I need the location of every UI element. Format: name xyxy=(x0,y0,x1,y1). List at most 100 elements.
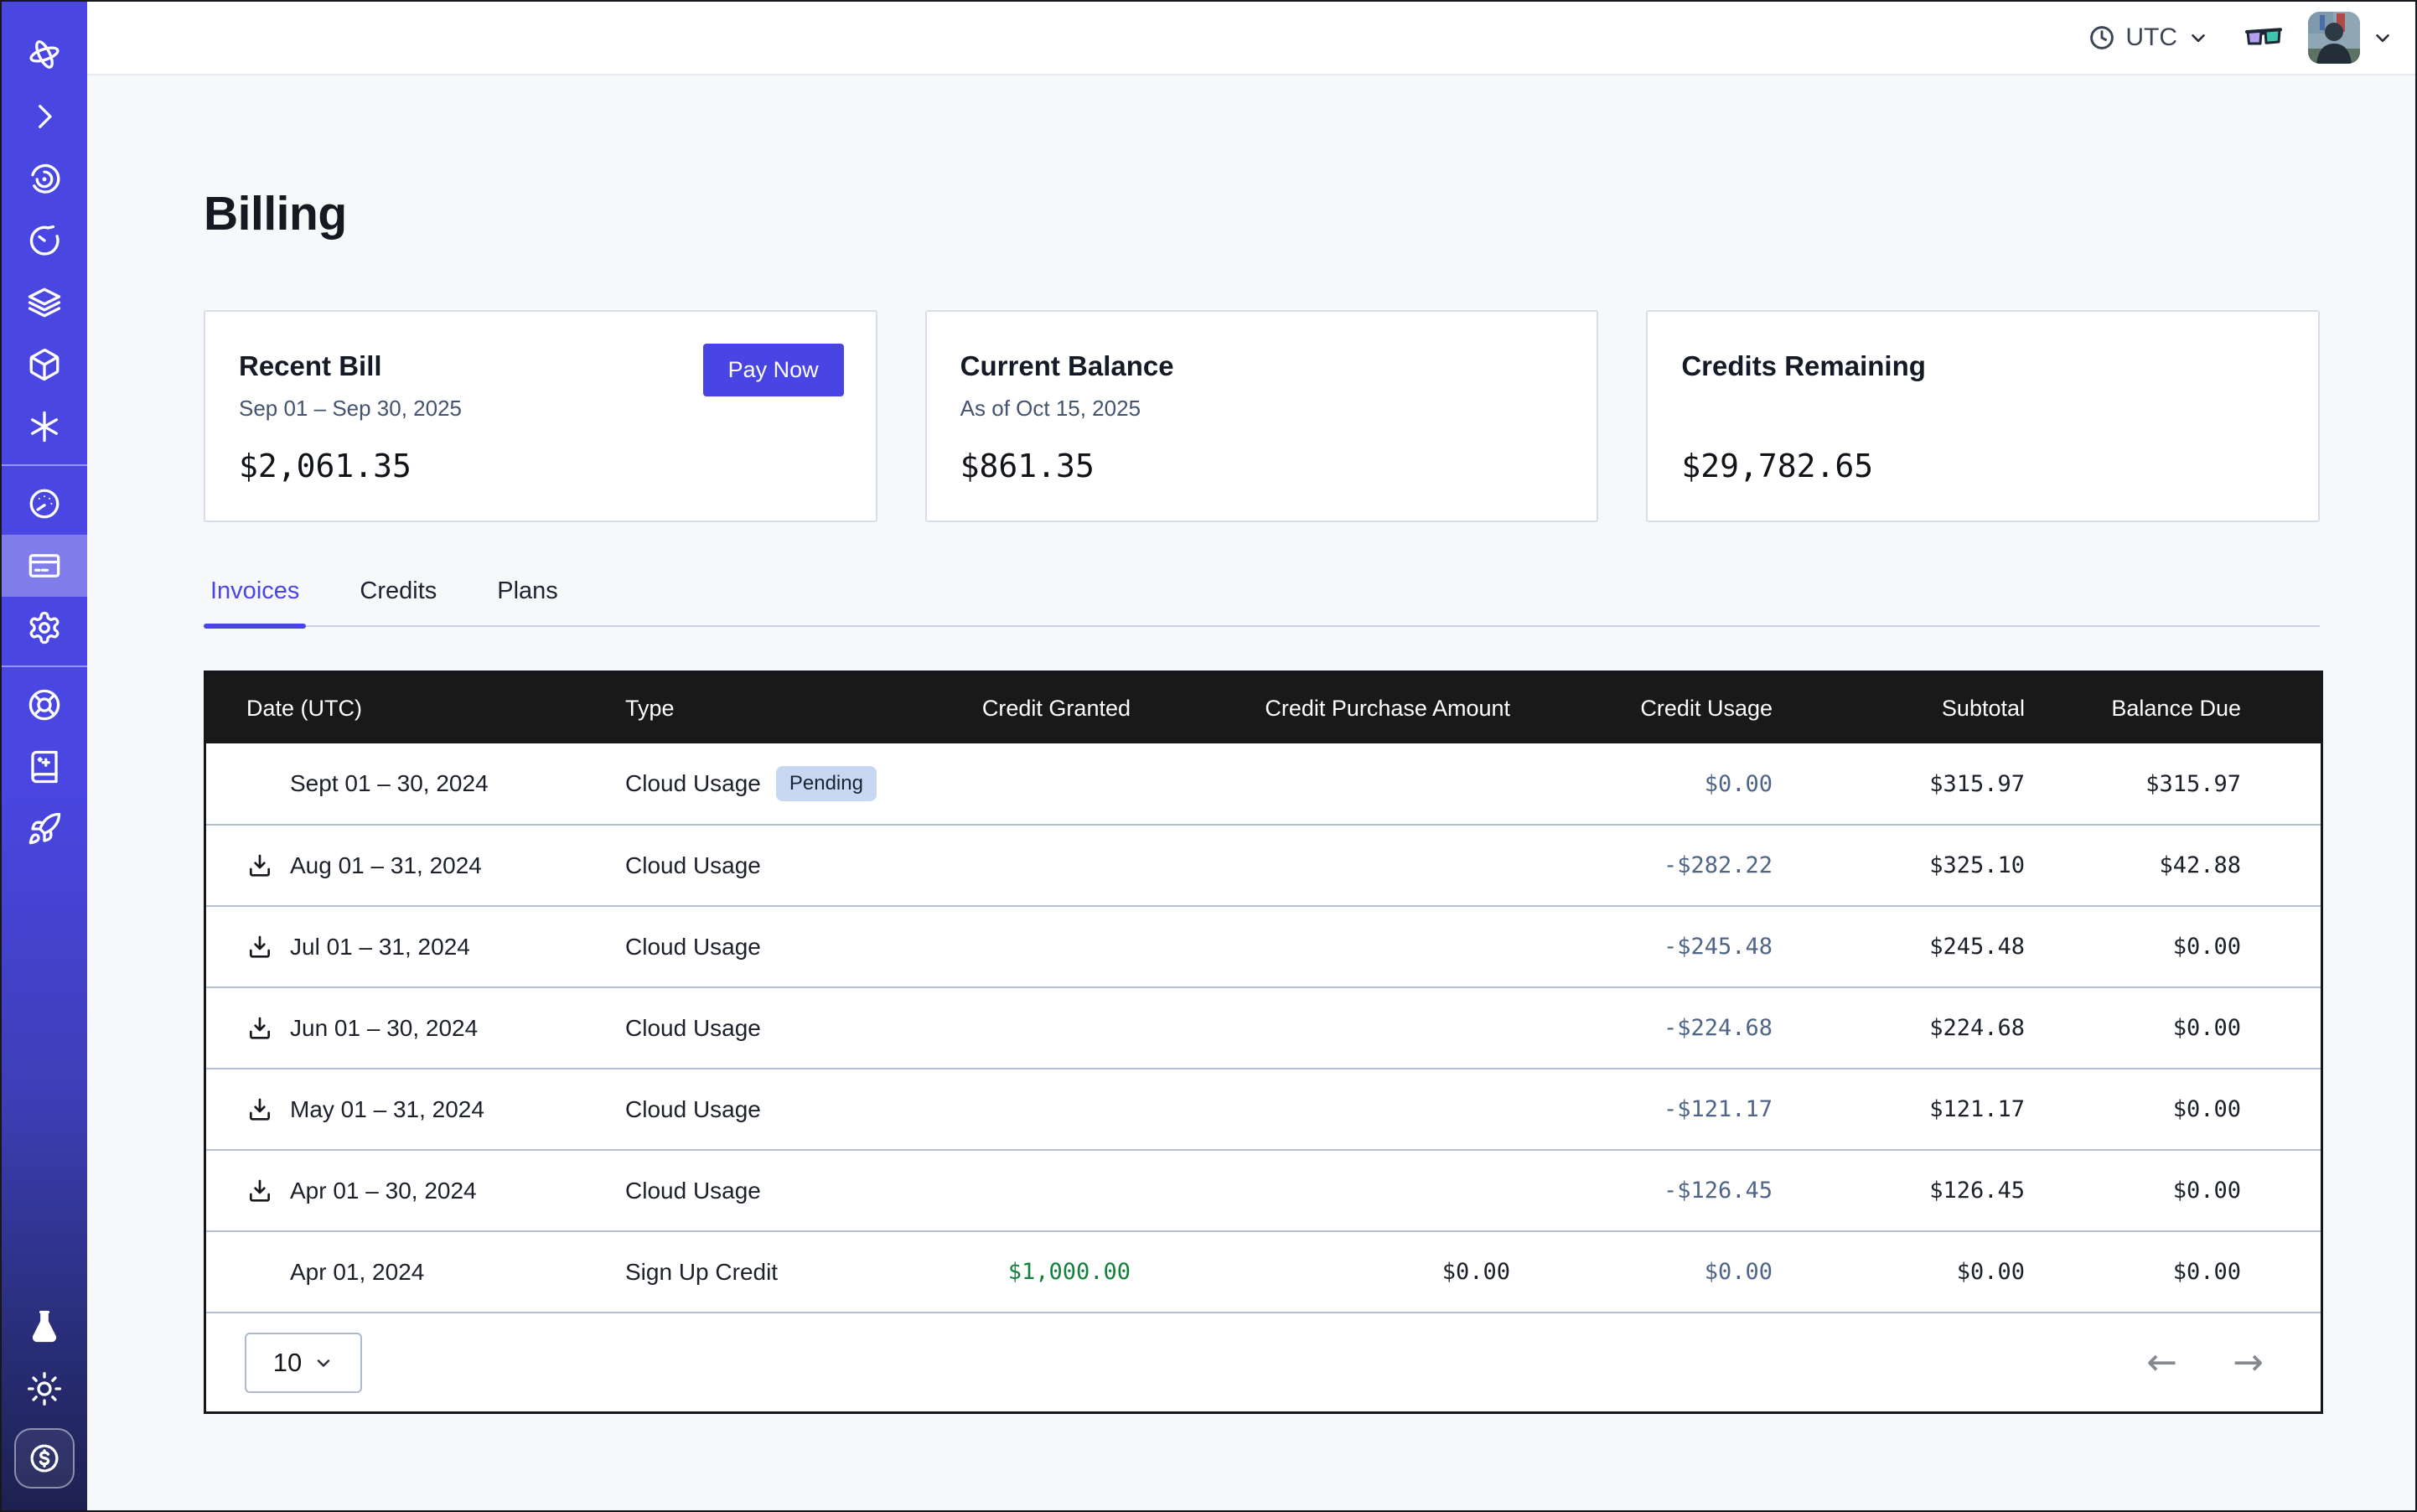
settings-gear-icon[interactable] xyxy=(2,597,87,659)
invoice-date: May 01 – 31, 2024 xyxy=(290,1096,484,1123)
flask-icon[interactable] xyxy=(2,1296,87,1358)
clock-icon xyxy=(2088,24,2115,51)
credit-purchase-value xyxy=(1131,825,1510,906)
cube-icon[interactable] xyxy=(2,334,87,396)
user-avatar[interactable] xyxy=(2308,12,2360,64)
balance-due-value: $42.88 xyxy=(2025,825,2321,906)
credits-dollar-button[interactable] xyxy=(14,1428,75,1489)
subtotal-value: $0.00 xyxy=(1773,1231,2025,1313)
credit-purchase-value xyxy=(1131,1069,1510,1150)
credit-granted-value xyxy=(891,825,1131,906)
lifebuoy-icon[interactable] xyxy=(2,674,87,736)
invoice-row: Sept 01 – 30, 2024 Cloud UsagePending $0… xyxy=(206,743,2321,825)
next-page-button[interactable]: → xyxy=(2233,1344,2264,1381)
orbit-logo-icon[interactable] xyxy=(2,23,87,85)
credit-granted-value xyxy=(891,906,1131,987)
card-subtitle xyxy=(1681,396,2286,424)
col-subtotal: Subtotal xyxy=(1773,673,2025,743)
subtotal-value: $315.97 xyxy=(1773,743,2025,825)
invoices-table: Date (UTC) Type Credit Granted Credit Pu… xyxy=(204,671,2323,1414)
pagination-arrows: ← → xyxy=(2146,1344,2264,1381)
credit-purchase-value xyxy=(1131,743,1510,825)
3d-glasses-icon xyxy=(2243,21,2285,54)
balance-due-value: $315.97 xyxy=(2025,743,2321,825)
col-credit-usage: Credit Usage xyxy=(1510,673,1773,743)
status-badge: Pending xyxy=(776,766,877,801)
page-size-select[interactable]: 10 xyxy=(245,1333,362,1393)
card-title: Credits Remaining xyxy=(1681,350,2286,382)
download-invoice-button[interactable] xyxy=(246,852,273,879)
3d-glasses-toggle[interactable] xyxy=(2243,21,2285,54)
chevron-down-icon xyxy=(2187,27,2209,49)
card-subtitle: As of Oct 15, 2025 xyxy=(960,396,1566,424)
subtotal-value: $245.48 xyxy=(1773,906,2025,987)
prev-page-button[interactable]: ← xyxy=(2146,1344,2177,1381)
sidebar-bottom-group xyxy=(2,1296,87,1510)
credit-granted-value xyxy=(891,1150,1131,1231)
timezone-selector[interactable]: UTC xyxy=(2088,23,2209,52)
chevron-down-icon xyxy=(313,1353,334,1373)
balance-due-value: $0.00 xyxy=(2025,987,2321,1069)
credits-remaining-amount: $29,782.65 xyxy=(1681,448,2286,484)
gauge-icon[interactable] xyxy=(2,473,87,535)
tab-credits[interactable]: Credits xyxy=(353,577,443,625)
billing-tabs: Invoices Credits Plans xyxy=(204,577,2320,627)
docs-book-icon[interactable] xyxy=(2,736,87,798)
invoice-type: Cloud Usage xyxy=(625,770,761,796)
chevron-right-icon[interactable] xyxy=(2,85,87,148)
download-invoice-button[interactable] xyxy=(246,1096,273,1123)
download-invoice-button[interactable] xyxy=(246,1178,273,1204)
topbar: UTC xyxy=(87,2,2415,75)
download-invoice-button[interactable] xyxy=(246,1015,273,1042)
pay-now-button[interactable]: Pay Now xyxy=(703,344,844,396)
account-menu-button[interactable] xyxy=(2372,27,2394,49)
subtotal-value: $126.45 xyxy=(1773,1150,2025,1231)
credit-usage-value: -$126.45 xyxy=(1510,1150,1773,1231)
tab-invoices[interactable]: Invoices xyxy=(204,577,306,625)
card-title: Current Balance xyxy=(960,350,1566,382)
table-header-row: Date (UTC) Type Credit Granted Credit Pu… xyxy=(206,673,2321,743)
invoice-row: Apr 01 – 30, 2024 Cloud Usage -$126.45 $… xyxy=(206,1150,2321,1231)
download-icon xyxy=(246,1096,273,1123)
invoice-row: Apr 01, 2024 Sign Up Credit $1,000.00 $0… xyxy=(206,1231,2321,1313)
subtotal-value: $224.68 xyxy=(1773,987,2025,1069)
col-credit-purchase: Credit Purchase Amount xyxy=(1131,673,1510,743)
invoice-date: Jun 01 – 30, 2024 xyxy=(290,1015,478,1042)
invoice-date: Apr 01 – 30, 2024 xyxy=(290,1178,477,1204)
billing-card-icon[interactable] xyxy=(2,535,87,597)
history-timer-icon[interactable] xyxy=(2,210,87,272)
download-icon xyxy=(246,852,273,879)
balance-due-value: $0.00 xyxy=(2025,906,2321,987)
credit-granted-value: $1,000.00 xyxy=(891,1231,1131,1313)
invoice-type: Cloud Usage xyxy=(625,825,891,906)
summary-cards: Recent Bill Sep 01 – Sep 30, 2025 $2,061… xyxy=(204,310,2320,522)
tab-plans[interactable]: Plans xyxy=(490,577,565,625)
download-invoice-button[interactable] xyxy=(246,934,273,961)
sidebar-divider xyxy=(2,665,87,667)
invoice-type: Cloud Usage xyxy=(625,1150,891,1231)
spiral-icon[interactable] xyxy=(2,148,87,210)
credits-dollar-icon xyxy=(27,1441,62,1476)
avatar-photo xyxy=(2308,12,2360,64)
col-credit-granted: Credit Granted xyxy=(891,673,1131,743)
credit-usage-value: -$282.22 xyxy=(1510,825,1773,906)
app-window: UTC Billin xyxy=(0,0,2417,1512)
rocket-icon[interactable] xyxy=(2,798,87,860)
credit-usage-value: $0.00 xyxy=(1510,1231,1773,1313)
col-date: Date (UTC) xyxy=(206,673,625,743)
layers-icon[interactable] xyxy=(2,272,87,334)
theme-sun-icon[interactable] xyxy=(2,1358,87,1420)
balance-due-value: $0.00 xyxy=(2025,1231,2321,1313)
table-pagination: 10 ← → xyxy=(206,1313,2321,1411)
invoice-row: Aug 01 – 31, 2024 Cloud Usage -$282.22 $… xyxy=(206,825,2321,906)
download-icon xyxy=(246,1178,273,1204)
col-type: Type xyxy=(625,673,891,743)
invoice-row: Jul 01 – 31, 2024 Cloud Usage -$245.48 $… xyxy=(206,906,2321,987)
invoice-date: Sept 01 – 30, 2024 xyxy=(290,770,489,797)
credit-granted-value xyxy=(891,987,1131,1069)
credit-purchase-value: $0.00 xyxy=(1131,1231,1510,1313)
invoice-row: Jun 01 – 30, 2024 Cloud Usage -$224.68 $… xyxy=(206,987,2321,1069)
download-icon xyxy=(246,934,273,961)
asterisk-icon[interactable] xyxy=(2,396,87,458)
invoice-date: Apr 01, 2024 xyxy=(290,1259,424,1286)
